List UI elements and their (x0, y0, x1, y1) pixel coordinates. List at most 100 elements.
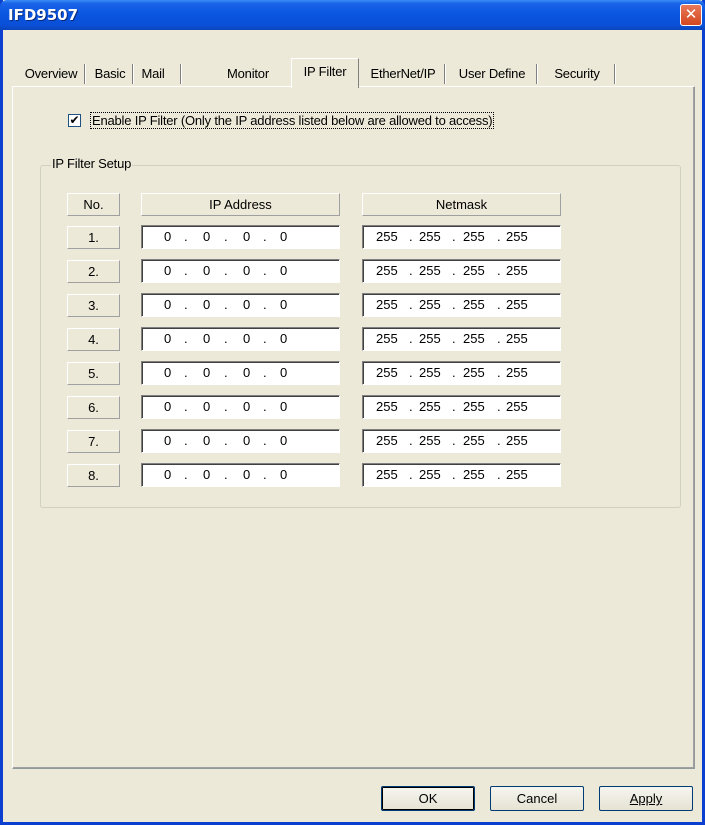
octet[interactable]: 0 (280, 396, 287, 418)
octet[interactable]: 0 (280, 362, 287, 384)
octet[interactable]: 0 (243, 362, 250, 384)
ip-address-field[interactable]: 0 0 0 0... (141, 259, 340, 283)
tab-overview[interactable]: Overview (16, 61, 86, 87)
octet[interactable]: 255 (506, 362, 528, 384)
enable-ip-filter-label[interactable]: Enable IP Filter (Only the IP address li… (90, 112, 495, 129)
tab-monitor[interactable]: Monitor (182, 61, 292, 87)
ip-address-field[interactable]: 0 0 0 0... (141, 361, 340, 385)
netmask-field[interactable]: 255 255 255 255... (362, 361, 561, 385)
group-title: IP Filter Setup (51, 156, 133, 171)
netmask-field[interactable]: 255 255 255 255... (362, 293, 561, 317)
octet[interactable]: 255 (376, 226, 398, 248)
octet[interactable]: 255 (506, 226, 528, 248)
octet[interactable]: 255 (419, 362, 441, 384)
octet[interactable]: 0 (243, 294, 250, 316)
octet[interactable]: 255 (506, 464, 528, 486)
tab-ethernet-ip[interactable]: EtherNet/IP (360, 61, 446, 87)
tab-basic[interactable]: Basic (86, 61, 134, 87)
enable-ip-filter-checkbox[interactable]: ✔ (68, 114, 81, 127)
octet[interactable]: 255 (506, 328, 528, 350)
octet[interactable]: 0 (243, 260, 250, 282)
apply-button[interactable]: Apply (599, 786, 693, 811)
ok-button[interactable]: OK (381, 786, 475, 811)
ip-address-field[interactable]: 0 0 0 0... (141, 395, 340, 419)
octet[interactable]: 0 (280, 294, 287, 316)
octet[interactable]: 255 (419, 260, 441, 282)
octet[interactable]: 255 (463, 294, 485, 316)
octet[interactable]: 255 (376, 294, 398, 316)
octet[interactable]: 255 (463, 328, 485, 350)
octet[interactable]: 0 (280, 430, 287, 452)
ip-address-field[interactable]: 0 0 0 0... (141, 327, 340, 351)
octet[interactable]: 0 (243, 328, 250, 350)
netmask-field[interactable]: 255 255 255 255... (362, 463, 561, 487)
netmask-field[interactable]: 255 255 255 255... (362, 225, 561, 249)
octet[interactable]: 0 (203, 328, 210, 350)
octet[interactable]: 0 (164, 464, 171, 486)
tab-ip-filter[interactable]: IP Filter (291, 58, 359, 88)
octet[interactable]: 0 (243, 226, 250, 248)
octet[interactable]: 0 (164, 294, 171, 316)
octet[interactable]: 0 (280, 464, 287, 486)
octet[interactable]: 255 (419, 294, 441, 316)
ip-address-field[interactable]: 0 0 0 0... (141, 463, 340, 487)
octet[interactable]: 255 (463, 430, 485, 452)
octet[interactable]: 0 (203, 430, 210, 452)
ip-address-field[interactable]: 0 0 0 0... (141, 293, 340, 317)
octet[interactable]: 0 (164, 430, 171, 452)
tab-security[interactable]: Security (538, 61, 616, 87)
netmask-field[interactable]: 255 255 255 255... (362, 395, 561, 419)
octet[interactable]: 255 (376, 260, 398, 282)
octet[interactable]: 255 (376, 430, 398, 452)
octet[interactable]: 255 (376, 328, 398, 350)
octet[interactable]: 255 (419, 430, 441, 452)
octet[interactable]: 0 (243, 464, 250, 486)
octet[interactable]: 255 (506, 294, 528, 316)
octet[interactable]: 0 (243, 396, 250, 418)
octet[interactable]: 255 (506, 396, 528, 418)
octet[interactable]: 255 (506, 430, 528, 452)
octet[interactable]: 0 (203, 362, 210, 384)
ip-address-field[interactable]: 0 0 0 0... (141, 429, 340, 453)
octet[interactable]: 255 (419, 226, 441, 248)
octet[interactable]: 0 (203, 464, 210, 486)
header-netmask: Netmask (362, 193, 561, 216)
octet[interactable]: 0 (164, 260, 171, 282)
tab-user-define[interactable]: User Define (446, 61, 538, 87)
octet-separator: . (497, 263, 501, 278)
octet[interactable]: 0 (203, 226, 210, 248)
octet[interactable]: 0 (203, 294, 210, 316)
octet[interactable]: 255 (376, 362, 398, 384)
octet[interactable]: 0 (203, 260, 210, 282)
octet[interactable]: 255 (376, 464, 398, 486)
ip-address-field[interactable]: 0 0 0 0... (141, 225, 340, 249)
close-icon[interactable]: ✕ (680, 4, 702, 26)
octet[interactable]: 255 (506, 260, 528, 282)
octet[interactable]: 255 (419, 396, 441, 418)
octet[interactable]: 255 (463, 226, 485, 248)
window-title: IFD9507 (8, 6, 79, 24)
cancel-button[interactable]: Cancel (490, 786, 584, 811)
octet[interactable]: 255 (463, 396, 485, 418)
title-bar[interactable]: IFD9507 ✕ (0, 0, 705, 30)
octet[interactable]: 255 (419, 464, 441, 486)
octet[interactable]: 0 (243, 430, 250, 452)
octet[interactable]: 0 (164, 226, 171, 248)
netmask-field[interactable]: 255 255 255 255... (362, 327, 561, 351)
octet[interactable]: 0 (280, 226, 287, 248)
netmask-field[interactable]: 255 255 255 255... (362, 259, 561, 283)
tab-label: Mail (141, 66, 165, 81)
netmask-field[interactable]: 255 255 255 255... (362, 429, 561, 453)
octet[interactable]: 0 (164, 396, 171, 418)
octet[interactable]: 0 (164, 362, 171, 384)
tab-mail[interactable]: Mail (134, 61, 172, 87)
octet[interactable]: 255 (463, 260, 485, 282)
octet[interactable]: 0 (203, 396, 210, 418)
octet[interactable]: 255 (376, 396, 398, 418)
octet[interactable]: 255 (419, 328, 441, 350)
octet[interactable]: 0 (280, 328, 287, 350)
octet[interactable]: 255 (463, 464, 485, 486)
octet[interactable]: 255 (463, 362, 485, 384)
octet[interactable]: 0 (280, 260, 287, 282)
octet[interactable]: 0 (164, 328, 171, 350)
